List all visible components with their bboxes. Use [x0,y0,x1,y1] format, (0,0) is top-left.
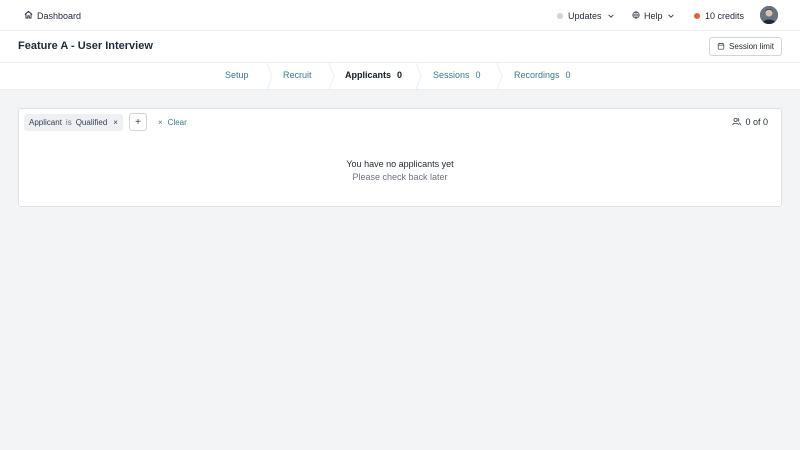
filter-operator: is [65,118,72,127]
chevron-down-icon [667,12,675,20]
tab-count: 0 [475,70,481,80]
header: Feature A - User Interview Session limit [0,31,800,63]
tab-applicants[interactable]: Applicants 0 [345,70,402,84]
tab-separator [496,63,504,90]
tab-recruit[interactable]: Recruit [283,70,312,84]
clear-filters-button[interactable]: × Clear [158,117,187,128]
help-menu[interactable]: Help [632,9,675,22]
tab-separator [266,63,274,90]
close-icon: × [158,118,163,127]
dashboard-link[interactable]: Dashboard [24,9,81,22]
updates-label: Updates [568,10,602,21]
session-limit-label: Session limit [729,42,774,51]
tab-label: Recruit [283,70,312,80]
empty-state-subtitle: Please check back later [352,172,448,182]
tab-label: Setup [225,70,249,80]
calendar-icon [717,42,725,52]
count-label: 0 of 0 [745,117,768,127]
updates-menu[interactable]: Updates [557,9,615,22]
tab-label: Sessions [433,70,470,80]
tab-count: 0 [565,70,571,80]
tab-label: Recordings [514,70,560,80]
session-limit-button[interactable]: Session limit [709,37,782,56]
credits-label: 10 credits [705,10,745,21]
globe-icon [632,10,640,21]
tab-count: 0 [397,70,403,80]
top-bar: Dashboard Updates Help 10 credits [0,0,800,31]
filter-chip[interactable]: Applicant is Qualified × [24,114,123,131]
filter-field: Applicant [29,118,62,127]
results-count: 0 of 0 [732,116,768,128]
dashboard-label: Dashboard [37,10,82,21]
credits-indicator[interactable]: 10 credits [694,9,744,22]
applicants-panel: Applicant is Qualified × + × Clear 0 of … [18,108,782,207]
tab-recordings[interactable]: Recordings 0 [514,70,571,84]
page-title: Feature A - User Interview [18,40,153,52]
clear-label: Clear [167,118,187,127]
credits-status-dot [694,12,700,19]
remove-filter-icon[interactable]: × [113,118,118,127]
users-icon [732,117,742,128]
help-label: Help [644,10,663,21]
empty-state-title: You have no applicants yet [346,159,454,169]
add-filter-button[interactable]: + [129,113,147,131]
chevron-down-icon [607,12,615,20]
tab-setup[interactable]: Setup [225,70,249,84]
study-tabs: Setup Recruit Applicants 0 Sessions 0 Reco… [0,63,800,90]
user-avatar[interactable] [760,6,778,24]
tab-separator [415,63,423,90]
updates-status-dot [557,12,563,19]
tab-sessions[interactable]: Sessions 0 [433,70,481,84]
filter-value: Qualified [75,118,108,127]
home-icon [24,10,33,21]
tab-label: Applicants [345,70,392,80]
tab-separator [328,63,336,90]
